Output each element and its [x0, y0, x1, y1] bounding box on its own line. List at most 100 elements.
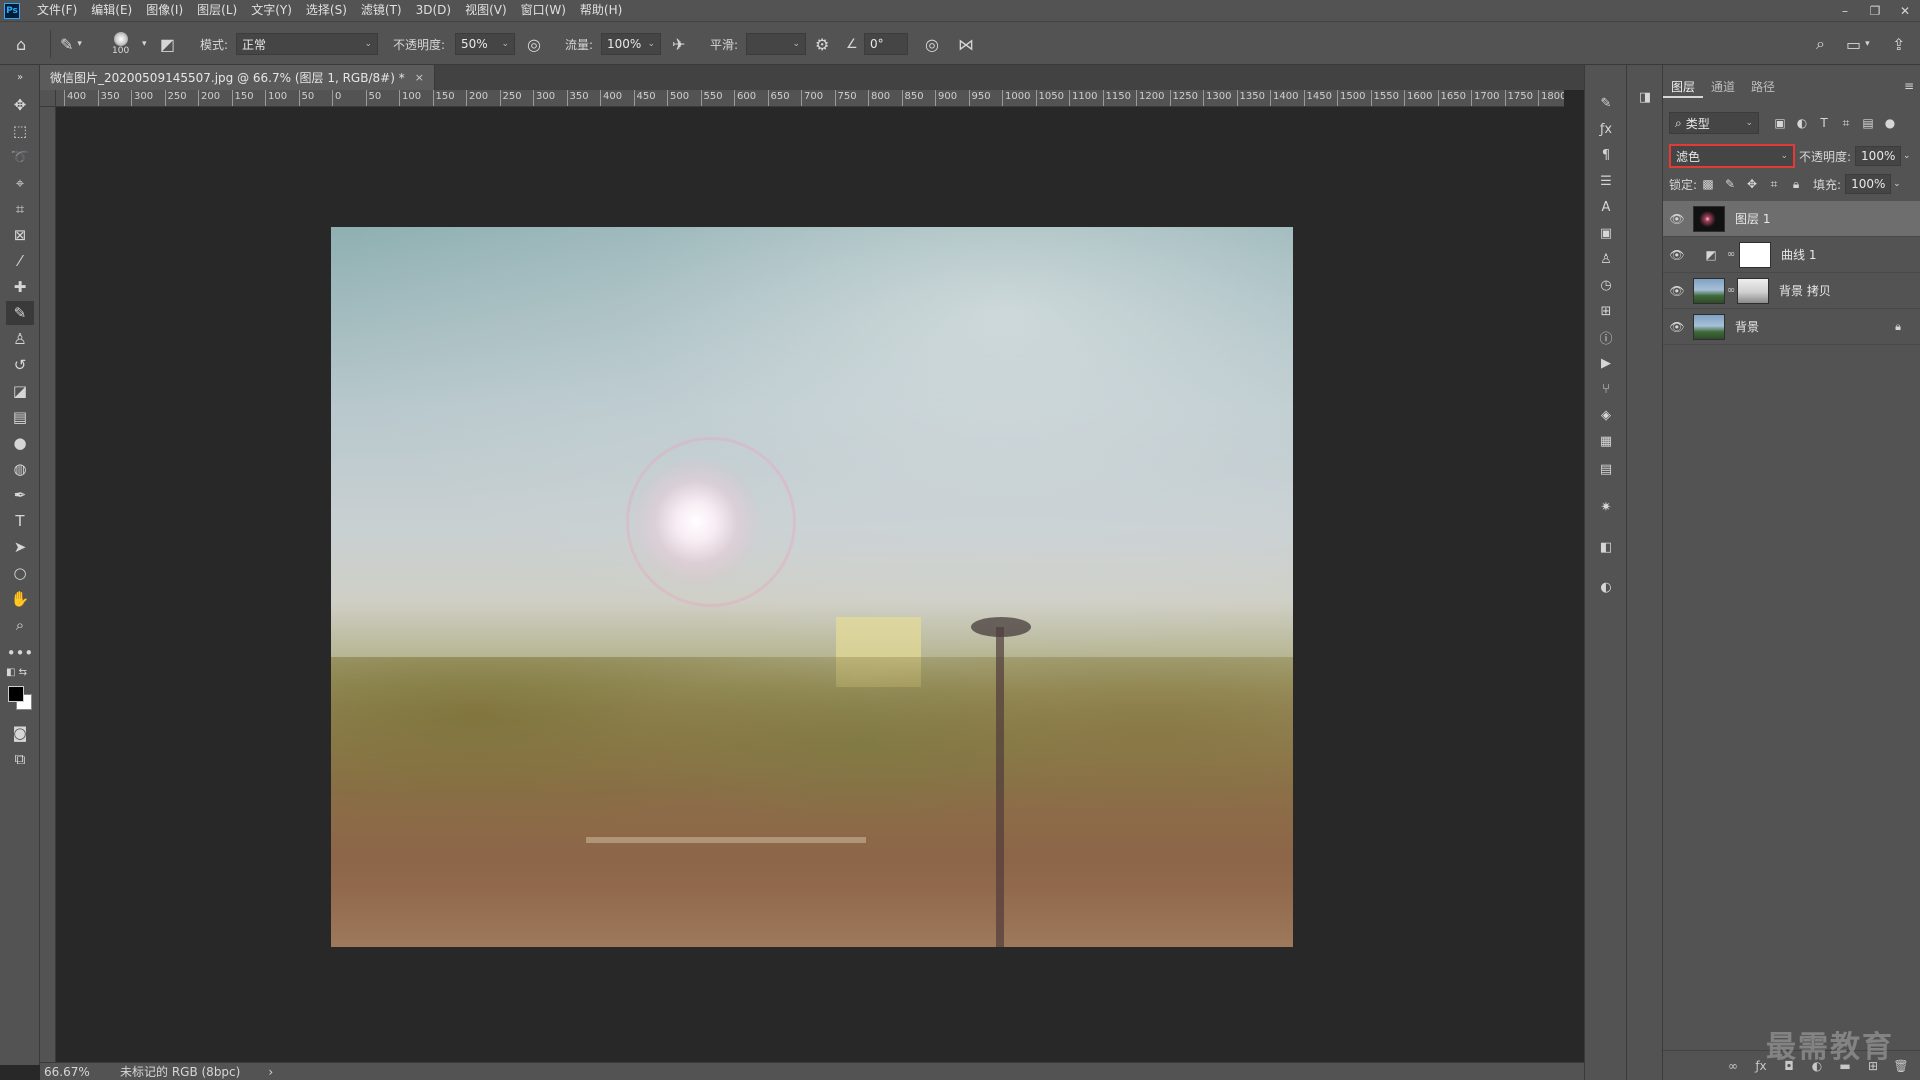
panel-menu-icon[interactable]: ≡: [1904, 79, 1914, 93]
crop-tool-icon[interactable]: ⌗: [6, 197, 34, 221]
smoothing-options-button[interactable]: ⚙: [815, 22, 829, 66]
lock-position-icon[interactable]: ✥: [1741, 177, 1763, 191]
frame-tool-icon[interactable]: ⊠: [6, 223, 34, 247]
home-button[interactable]: ⌂: [16, 22, 26, 66]
marquee-tool-icon[interactable]: ⬚: [6, 119, 34, 143]
workspace-button[interactable]: ▭ ▾: [1846, 22, 1870, 66]
shape-filter-icon[interactable]: ⌗: [1835, 116, 1857, 131]
layer-row-curves-1[interactable]: 👁︎ ◩ ∞ 曲线 1: [1663, 237, 1920, 273]
layer-kind-filter[interactable]: ⌕ 类型 ⌄: [1669, 112, 1759, 134]
symmetry-button[interactable]: ⋈: [958, 22, 974, 66]
libraries-icon[interactable]: ▣: [1596, 223, 1616, 243]
minimize-button[interactable]: –: [1830, 0, 1860, 21]
notes-icon[interactable]: ▤: [1596, 459, 1616, 479]
pressure-size-button[interactable]: ◎: [925, 22, 939, 66]
pen-tool-icon[interactable]: ✒: [6, 483, 34, 507]
menu-view[interactable]: 视图(V): [458, 0, 514, 21]
link-icon[interactable]: ∞: [1725, 285, 1737, 296]
pressure-opacity-button[interactable]: ◎: [527, 22, 541, 66]
mode-select[interactable]: 正常 ⌄: [236, 33, 378, 55]
menu-image[interactable]: 图像(I): [139, 0, 190, 21]
tab-channels[interactable]: 通道: [1703, 76, 1743, 98]
collapse-toolbar-icon[interactable]: »: [6, 65, 34, 89]
type-filter-icon[interactable]: T: [1813, 116, 1835, 130]
lock-artboard-icon[interactable]: ⌗: [1763, 177, 1785, 192]
close-tab-icon[interactable]: ×: [415, 71, 424, 84]
brush-size-picker[interactable]: 100: [112, 22, 129, 66]
path-selection-tool-icon[interactable]: ➤: [6, 535, 34, 559]
info-icon[interactable]: ⓘ: [1596, 327, 1616, 347]
opacity-field[interactable]: 50% ⌄: [455, 33, 515, 55]
layer-row-background-copy[interactable]: 👁︎ ∞ 背景 拷贝: [1663, 273, 1920, 309]
status-menu-arrow[interactable]: ›: [268, 1065, 273, 1079]
restore-button[interactable]: ❐: [1860, 0, 1890, 21]
pixel-filter-icon[interactable]: ▣: [1769, 116, 1791, 130]
tab-paths[interactable]: 路径: [1743, 76, 1783, 98]
blend-mode-select[interactable]: 滤色 ⌄: [1669, 144, 1795, 168]
close-button[interactable]: ✕: [1890, 0, 1920, 21]
menu-layer[interactable]: 图层(L): [190, 0, 244, 21]
canvas-area[interactable]: [56, 107, 1564, 1062]
brush-presets-icon[interactable]: ✎: [1596, 93, 1616, 113]
filter-toggle-icon[interactable]: ●: [1879, 116, 1901, 130]
dodge-tool-icon[interactable]: ◍: [6, 457, 34, 481]
healing-brush-tool-icon[interactable]: ✚: [6, 275, 34, 299]
color-icon[interactable]: ◐: [1596, 577, 1616, 597]
zoom-tool-icon[interactable]: ⌕: [6, 613, 34, 637]
brush-settings-button[interactable]: ◩: [160, 22, 175, 66]
adjustment-filter-icon[interactable]: ◐: [1791, 116, 1813, 130]
eraser-tool-icon[interactable]: ◪: [6, 379, 34, 403]
visibility-eye-icon[interactable]: 👁︎: [1663, 320, 1691, 334]
tab-layers[interactable]: 图层: [1663, 76, 1704, 98]
quick-selection-tool-icon[interactable]: ⌖: [6, 171, 34, 195]
menu-help[interactable]: 帮助(H): [573, 0, 629, 21]
adjustments-icon[interactable]: ☰: [1596, 171, 1616, 191]
foreground-color-swatch[interactable]: [8, 686, 24, 702]
quick-mask-icon[interactable]: ◙: [6, 721, 34, 745]
menu-select[interactable]: 选择(S): [299, 0, 354, 21]
vertical-ruler[interactable]: [40, 107, 56, 1062]
lasso-tool-icon[interactable]: ➰: [6, 145, 34, 169]
link-icon[interactable]: ∞: [1725, 249, 1737, 260]
share-button[interactable]: ⇪: [1892, 22, 1905, 66]
menu-file[interactable]: 文件(F): [30, 0, 84, 21]
menu-3d[interactable]: 3D(D): [409, 0, 458, 21]
ruler-origin[interactable]: [40, 90, 56, 107]
lock-image-icon[interactable]: ✎: [1719, 177, 1741, 191]
airbrush-button[interactable]: ✈: [672, 22, 685, 66]
panel-toggle-icon[interactable]: ◨: [1635, 87, 1655, 107]
move-tool-icon[interactable]: ✥: [6, 93, 34, 117]
default-colors-icon[interactable]: ◧ ⇆: [6, 665, 34, 679]
styles-icon[interactable]: ƒx: [1596, 119, 1616, 139]
character-icon[interactable]: A: [1596, 197, 1616, 217]
paragraph-icon[interactable]: ¶: [1596, 145, 1616, 165]
search-button[interactable]: ⌕: [1816, 22, 1825, 66]
menu-filter[interactable]: 滤镜(T): [354, 0, 409, 21]
link-layers-icon[interactable]: ∞: [1719, 1059, 1747, 1073]
visibility-eye-icon[interactable]: 👁︎: [1663, 248, 1691, 262]
chevron-down-icon[interactable]: ⌄: [1893, 179, 1901, 189]
screen-mode-icon[interactable]: ⧉: [6, 747, 34, 771]
properties-icon[interactable]: ⊞: [1596, 301, 1616, 321]
document-image[interactable]: [331, 227, 1293, 947]
eyedropper-tool-icon[interactable]: ⁄: [6, 249, 34, 273]
lock-transparent-icon[interactable]: ▩: [1697, 177, 1719, 191]
actions-play-icon[interactable]: ▶: [1596, 353, 1616, 373]
layer-mask-thumbnail[interactable]: [1739, 241, 1771, 268]
document-tab[interactable]: 微信图片_20200509145507.jpg @ 66.7% (图层 1, R…: [40, 65, 435, 90]
flow-field[interactable]: 100% ⌄: [601, 33, 661, 55]
3d-icon[interactable]: ◈: [1596, 405, 1616, 425]
angle-field[interactable]: 0°: [864, 33, 908, 55]
smart-object-filter-icon[interactable]: ▤: [1857, 116, 1879, 130]
smoothing-field[interactable]: ⌄: [746, 33, 806, 55]
ellipse-tool-icon[interactable]: ○: [6, 561, 34, 585]
visibility-eye-icon[interactable]: 👁︎: [1663, 284, 1691, 298]
menu-edit[interactable]: 编辑(E): [84, 0, 139, 21]
hand-tool-icon[interactable]: ✋: [6, 587, 34, 611]
history-brush-tool-icon[interactable]: ↺: [6, 353, 34, 377]
table-icon[interactable]: ▦: [1596, 431, 1616, 451]
fill-field[interactable]: 100%: [1845, 174, 1892, 194]
layer-opacity-field[interactable]: 100%: [1855, 146, 1902, 166]
brush-tool-icon[interactable]: ✎: [6, 301, 34, 325]
clone-stamp-tool-icon[interactable]: ♙: [6, 327, 34, 351]
